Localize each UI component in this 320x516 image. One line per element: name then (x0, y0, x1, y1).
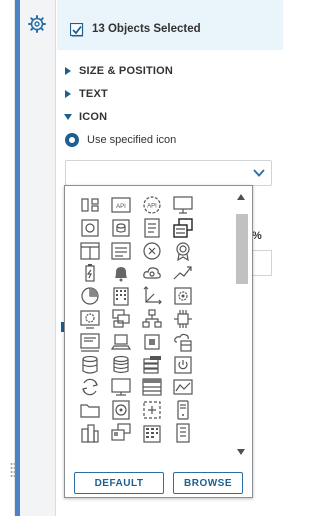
chip-icon[interactable] (171, 307, 195, 331)
caret-right-icon (65, 90, 71, 98)
caret-right-icon (65, 67, 71, 75)
gear-box-icon[interactable] (78, 307, 102, 331)
tool-rail (20, 0, 56, 516)
browse-button[interactable]: BROWSE (173, 472, 243, 494)
scroll-up-icon[interactable] (237, 194, 245, 200)
scroll-down-icon[interactable] (237, 449, 245, 455)
use-specified-icon-option[interactable]: Use specified icon (65, 133, 176, 147)
node-icon[interactable] (78, 193, 102, 217)
trend-chart-icon[interactable] (171, 261, 195, 285)
properties-screen: 13 Objects Selected SIZE & POSITION TEXT… (0, 0, 283, 516)
bell-icon[interactable] (109, 261, 133, 285)
percent-unit-label: % (252, 230, 262, 242)
section-text[interactable]: TEXT (63, 86, 108, 102)
database-stack-icon[interactable] (109, 353, 133, 377)
phone-icon[interactable] (171, 398, 195, 422)
radio-selected-icon[interactable] (65, 133, 79, 147)
selection-header: 13 Objects Selected (57, 0, 283, 50)
disk-icon[interactable] (109, 398, 133, 422)
scroll-thumb[interactable] (236, 214, 248, 284)
badge-icon[interactable] (171, 239, 195, 263)
placeholder-icon[interactable] (140, 398, 164, 422)
alert-circle-icon[interactable] (140, 239, 164, 263)
cloud-icon[interactable] (140, 261, 164, 285)
icon-grid: API API (71, 191, 226, 454)
storage-icon[interactable] (140, 353, 164, 377)
section-label: TEXT (79, 88, 108, 100)
screen-icon[interactable] (109, 375, 133, 399)
percent-input[interactable] (252, 250, 272, 276)
folder-icon[interactable] (78, 398, 102, 422)
section-label: SIZE & POSITION (79, 65, 174, 77)
server-box-icon[interactable] (78, 216, 102, 240)
section-label: ICON (79, 111, 108, 123)
servers-icon[interactable] (78, 421, 102, 445)
icon-dropdown[interactable] (65, 160, 272, 186)
refresh-icon[interactable] (78, 375, 102, 399)
section-icon[interactable]: ICON (63, 109, 107, 125)
report-icon[interactable] (171, 421, 195, 445)
svg-text:API: API (116, 204, 126, 210)
dashboard-stack-icon[interactable] (171, 216, 195, 240)
settings-gear-icon[interactable] (171, 284, 195, 308)
axis-icon[interactable] (140, 284, 164, 308)
left-edge (0, 0, 15, 516)
database-icon[interactable] (78, 353, 102, 377)
api-gear-icon[interactable]: API (140, 193, 164, 217)
caret-down-icon (64, 114, 72, 120)
database-box-icon[interactable] (109, 216, 133, 240)
icon-grid-scrollbar[interactable] (233, 190, 249, 458)
svg-text:API: API (147, 204, 157, 210)
group-icon[interactable] (109, 421, 133, 445)
multi-select-checkbox-icon (69, 22, 84, 37)
api-icon[interactable]: API (109, 193, 133, 217)
page-title: 13 Objects Selected (92, 23, 201, 35)
stack-icon[interactable] (109, 307, 133, 331)
chevron-down-icon (253, 169, 265, 177)
cloud-db-icon[interactable] (171, 330, 195, 354)
settings-gear-icon[interactable] (27, 14, 47, 34)
laptop-icon[interactable] (109, 330, 133, 354)
radio-label: Use specified icon (87, 134, 177, 146)
section-size-position[interactable]: SIZE & POSITION (63, 63, 173, 79)
building-2-icon[interactable] (140, 421, 164, 445)
processor-icon[interactable] (140, 330, 164, 354)
chart-box-icon[interactable] (171, 375, 195, 399)
rack-icon[interactable] (140, 375, 164, 399)
terminal-icon[interactable] (78, 330, 102, 354)
power-icon[interactable] (171, 353, 195, 377)
battery-icon[interactable] (78, 261, 102, 285)
resize-grip-icon[interactable] (10, 462, 16, 478)
default-button[interactable]: DEFAULT (74, 472, 164, 494)
monitor-icon[interactable] (171, 193, 195, 217)
pie-chart-icon[interactable] (78, 284, 102, 308)
list-icon[interactable] (109, 239, 133, 263)
network-icon[interactable] (140, 307, 164, 331)
table-icon[interactable] (78, 239, 102, 263)
document-icon[interactable] (140, 216, 164, 240)
building-icon[interactable] (109, 284, 133, 308)
icon-picker-popup: API API DEFAULT BROWSE (64, 185, 253, 498)
